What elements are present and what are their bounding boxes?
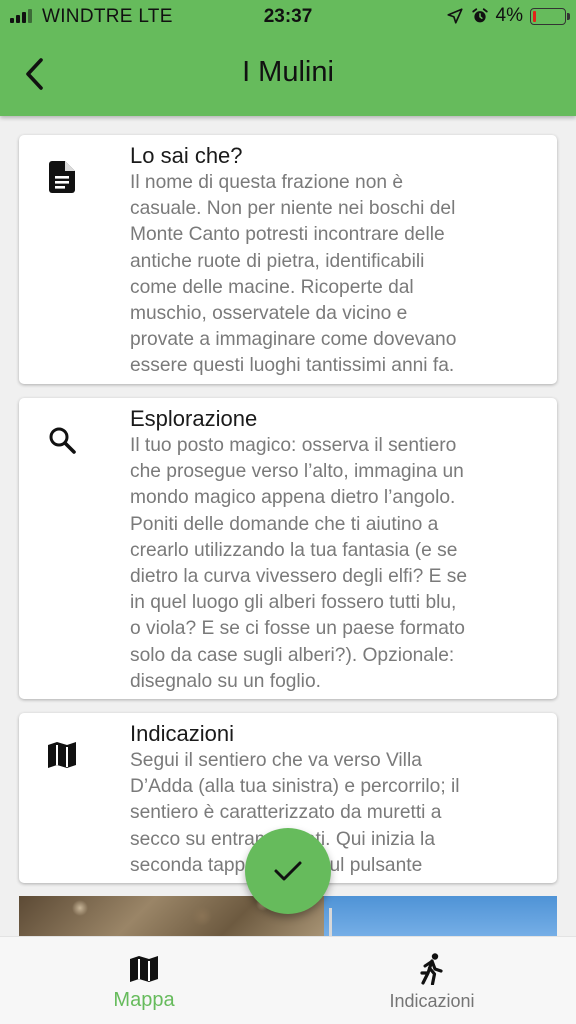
app-bar: I Mulini <box>0 32 576 116</box>
card-body: Il nome di questa frazione non è casuale… <box>130 172 457 377</box>
status-bar: WINDTRE LTE 23:37 4% <box>0 0 576 32</box>
location-arrow-icon <box>446 8 463 24</box>
nav-tab-mappa[interactable]: Mappa <box>0 937 288 1024</box>
card-title: Indicazioni <box>130 721 234 746</box>
card-body: Segui il sentiero che va verso Villa D’A… <box>130 750 460 876</box>
info-card-esplorazione: Esplorazione Il tuo posto magico: osserv… <box>19 398 557 699</box>
check-icon <box>274 861 302 881</box>
card-title: Lo sai che? <box>130 143 243 168</box>
nav-tab-indicazioni[interactable]: Indicazioni <box>288 937 576 1024</box>
info-card-lo-sai-che: Lo sai che? Il nome di questa frazione n… <box>19 135 557 384</box>
walking-person-icon <box>416 953 448 985</box>
alarm-icon <box>471 8 488 23</box>
document-icon <box>46 161 78 193</box>
search-icon <box>46 424 78 456</box>
battery-icon <box>530 7 570 25</box>
card-body: Il tuo posto magico: osserva il sentiero… <box>130 435 468 692</box>
map-icon <box>128 953 160 985</box>
bottom-navigation: Mappa Indicazioni <box>0 936 576 1024</box>
nav-label: Indicazioni <box>389 991 475 1011</box>
content-scroll[interactable]: Lo sai che? Il nome di questa frazione n… <box>0 116 576 936</box>
app-header: WINDTRE LTE 23:37 4% I Mulini <box>0 0 576 116</box>
map-icon <box>46 739 78 771</box>
confirm-fab-button[interactable] <box>245 828 331 914</box>
nav-label: Mappa <box>113 989 175 1011</box>
page-title: I Mulini <box>242 56 334 88</box>
battery-percent: 4% <box>495 5 523 26</box>
card-title: Esplorazione <box>130 406 258 431</box>
